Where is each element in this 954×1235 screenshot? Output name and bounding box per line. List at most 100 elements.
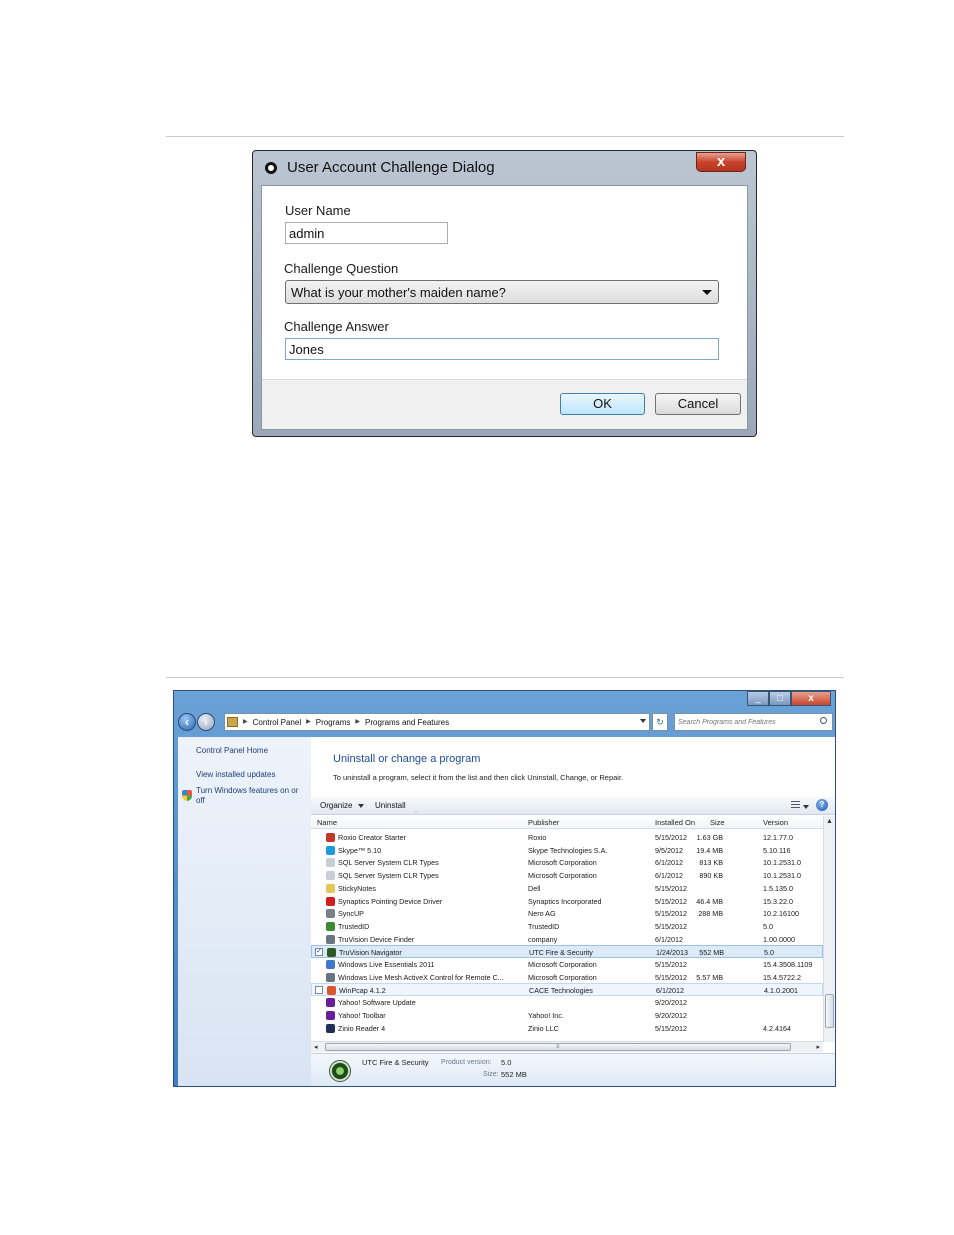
program-publisher: TrustedID: [528, 921, 560, 931]
program-version: 15.4.3508.1109: [763, 960, 813, 969]
view-options-icon[interactable]: [791, 801, 800, 810]
program-icon: [326, 934, 335, 944]
sidebar-view-installed-updates[interactable]: View installed updates: [196, 770, 275, 779]
details-size-label: Size:: [483, 1071, 499, 1078]
programs-window: _ □ x ‹ › ▶ Control Panel ▶ Programs ▶ P…: [173, 690, 836, 1087]
table-row[interactable]: WinPcap 4.1.2 CACE Technologies 6/1/2012 4.…: [311, 983, 823, 997]
user-name-field[interactable]: [285, 222, 448, 244]
search-icon[interactable]: [820, 717, 827, 724]
program-publisher: Skype Technologies S.A.: [528, 845, 608, 855]
table-row[interactable]: Windows Live Mesh ActiveX Control for Re…: [311, 971, 823, 984]
window-close-button[interactable]: x: [791, 691, 831, 706]
minimize-button[interactable]: _: [747, 691, 769, 706]
program-name: SQL Server System CLR Types: [338, 858, 439, 868]
details-product-version: 5.0: [501, 1058, 512, 1067]
organize-button[interactable]: Organize: [320, 801, 352, 810]
scroll-left-icon[interactable]: ◂: [314, 1043, 318, 1051]
table-row[interactable]: Synaptics Pointing Device Driver Synaptic…: [311, 895, 823, 908]
table-row[interactable]: SQL Server System CLR Types Microsoft Cor…: [311, 869, 823, 882]
program-icon: [326, 921, 335, 931]
program-icon: [326, 833, 335, 842]
program-version: 15.4.5722.2: [763, 972, 801, 982]
maximize-button[interactable]: □: [769, 691, 791, 706]
breadcrumb-control-panel[interactable]: Control Panel: [253, 718, 301, 727]
search-input[interactable]: [674, 713, 833, 731]
uninstall-button[interactable]: Uninstall: [375, 801, 406, 810]
scroll-up-icon[interactable]: ▲: [826, 818, 833, 825]
program-installed-on: 5/15/2012: [655, 1023, 687, 1033]
row-checkbox[interactable]: ✓: [315, 948, 323, 957]
column-publisher[interactable]: Publisher: [528, 818, 559, 827]
program-installed-on: 5/15/2012: [655, 833, 687, 842]
program-installed-on: 6/1/2012: [655, 858, 683, 868]
view-chevron-icon[interactable]: [803, 805, 809, 809]
horizontal-scrollbar[interactable]: ◂ ≡ ▸: [311, 1041, 823, 1052]
vertical-scrollbar[interactable]: ▲: [823, 816, 835, 1042]
program-icon: [326, 883, 335, 893]
forward-button[interactable]: ›: [197, 713, 215, 731]
table-row[interactable]: Zinio Reader 4 Zinio LLC 5/15/2012 4.2.4164: [311, 1022, 823, 1035]
column-name[interactable]: Name: [317, 818, 337, 827]
program-installed-on: 5/15/2012: [655, 896, 687, 906]
refresh-button[interactable]: ↻: [652, 713, 668, 731]
program-version: 15.3.22.0: [763, 896, 793, 906]
ok-button[interactable]: OK: [560, 393, 645, 415]
program-installed-on: 1/24/2013: [656, 948, 688, 958]
back-button[interactable]: ‹: [178, 713, 196, 731]
details-product-version-label: Product version:: [441, 1059, 492, 1066]
table-row[interactable]: Yahoo! Software Update 9/20/2012: [311, 996, 823, 1009]
program-installed-on: 5/15/2012: [655, 960, 687, 969]
vertical-scroll-thumb[interactable]: [825, 994, 834, 1028]
table-row[interactable]: TruVision Device Finder company 6/1/2012 1.…: [311, 933, 823, 946]
table-row[interactable]: ✓ TruVision Navigator UTC Fire & Security 1…: [311, 945, 823, 958]
table-row[interactable]: StickyNotes Dell 5/15/2012 1.5.135.0: [311, 882, 823, 895]
sidebar-control-panel-home[interactable]: Control Panel Home: [196, 746, 268, 755]
sidebar-windows-features-line2[interactable]: off: [196, 796, 205, 805]
challenge-question-select[interactable]: What is your mother's maiden name?: [285, 280, 719, 304]
program-name: Skype™ 5.10: [338, 845, 382, 855]
address-dropdown-icon[interactable]: [640, 719, 646, 723]
dialog-titlebar[interactable]: User Account Challenge Dialog x: [253, 151, 756, 184]
program-version: 5.10.116: [763, 845, 791, 855]
table-row[interactable]: TrustedID TrustedID 5/15/2012 5.0: [311, 920, 823, 933]
table-row[interactable]: SyncUP Nero AG 5/15/2012 288 MB 10.2.16100: [311, 907, 823, 920]
program-icon: [326, 1010, 335, 1020]
column-installed-on[interactable]: Installed On: [655, 818, 695, 827]
program-icon: [326, 845, 335, 855]
program-version: 5.0: [764, 948, 774, 958]
challenge-answer-field[interactable]: [285, 338, 719, 360]
address-row: ‹ › ▶ Control Panel ▶ Programs ▶ Program…: [174, 711, 835, 733]
table-row[interactable]: Yahoo! Toolbar Yahoo! Inc. 9/20/2012: [311, 1009, 823, 1022]
program-icon: [326, 998, 335, 1008]
program-size: 813 KB: [699, 858, 723, 868]
breadcrumb: ▶ Control Panel ▶ Programs ▶ Programs an…: [243, 718, 450, 727]
address-bar[interactable]: ▶ Control Panel ▶ Programs ▶ Programs an…: [224, 713, 650, 731]
challenge-dialog: User Account Challenge Dialog x User Nam…: [252, 150, 757, 437]
program-icon: [326, 909, 335, 919]
sidebar-windows-features-line1[interactable]: Turn Windows features on or: [196, 786, 298, 795]
breadcrumb-programs[interactable]: Programs: [316, 718, 351, 727]
challenge-question-label: Challenge Question: [284, 261, 399, 276]
program-version: 4.2.4164: [763, 1023, 791, 1033]
help-icon[interactable]: ?: [816, 799, 828, 811]
cancel-button[interactable]: Cancel: [655, 393, 741, 415]
column-size[interactable]: Size: [710, 818, 725, 827]
program-size: 46.4 MB: [696, 896, 723, 906]
table-row[interactable]: Skype™ 5.10 Skype Technologies S.A. 9/5/20…: [311, 844, 823, 857]
program-publisher: Microsoft Corporation: [528, 858, 597, 868]
scroll-right-icon[interactable]: ▸: [816, 1043, 820, 1051]
shield-icon: [182, 790, 192, 801]
user-name-label: User Name: [285, 203, 351, 218]
table-row[interactable]: SQL Server System CLR Types Microsoft Cor…: [311, 856, 823, 869]
program-name: TruVision Navigator: [339, 948, 402, 958]
program-icon: [327, 948, 336, 958]
program-icon: [326, 1023, 335, 1033]
table-row[interactable]: Windows Live Essentials 2011 Microsoft Co…: [311, 958, 823, 971]
program-installed-on: 9/5/2012: [655, 845, 683, 855]
program-installed-on: 5/15/2012: [655, 909, 687, 919]
table-row[interactable]: Roxio Creator Starter Roxio 5/15/2012 1.63 …: [311, 831, 823, 844]
row-checkbox[interactable]: [315, 986, 323, 995]
breadcrumb-programs-and-features[interactable]: Programs and Features: [365, 718, 449, 727]
column-version[interactable]: Version: [763, 818, 788, 827]
dialog-close-button[interactable]: x: [696, 152, 746, 172]
